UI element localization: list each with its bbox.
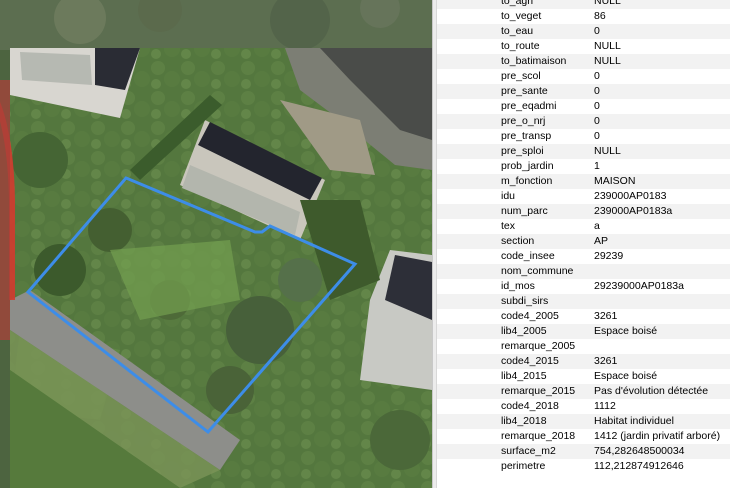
attribute-row-pre-transp[interactable]: pre_transp 0: [437, 129, 730, 144]
attribute-row-pre-sante[interactable]: pre_sante 0: [437, 84, 730, 99]
attribute-name: section: [501, 235, 535, 247]
attribute-row-m-fonction[interactable]: m_fonction MAISON: [437, 174, 730, 189]
attribute-value: 754,282648500034: [594, 445, 685, 457]
attribute-row-remarque-2005[interactable]: remarque_2005: [437, 339, 730, 354]
attribute-value: 3261: [594, 310, 618, 322]
attribute-value: 29239000AP0183a: [594, 280, 684, 292]
attribute-row-to-batimaison[interactable]: to_batimaison NULL: [437, 54, 730, 69]
attribute-row-tex[interactable]: tex a: [437, 219, 730, 234]
attribute-value: NULL: [594, 145, 621, 157]
attribute-name: id_mos: [501, 280, 535, 292]
aerial-imagery: [0, 0, 432, 488]
attribute-value: 29239: [594, 250, 624, 262]
attribute-value: 239000AP0183: [594, 190, 667, 202]
attribute-value: 112,212874912646: [594, 460, 684, 472]
attribute-value: Habitat individuel: [594, 415, 674, 427]
attribute-value: AP: [594, 235, 609, 247]
attribute-value: 0: [594, 70, 600, 82]
attribute-name: remarque_2018: [501, 430, 576, 442]
attribute-value: Pas d'évolution détectée: [594, 385, 709, 397]
attribute-row-remarque-2015[interactable]: remarque_2015 Pas d'évolution détectée: [437, 384, 730, 399]
attribute-row-code-insee[interactable]: code_insee 29239: [437, 249, 730, 264]
attribute-name: code4_2015: [501, 355, 559, 367]
attribute-row-pre-o-nrj[interactable]: pre_o_nrj 0: [437, 114, 730, 129]
attribute-row-lib4-2015[interactable]: lib4_2015 Espace boisé: [437, 369, 730, 384]
attribute-row-lib4-2005[interactable]: lib4_2005 Espace boisé: [437, 324, 730, 339]
attribute-name: idu: [501, 190, 516, 202]
attribute-name: num_parc: [501, 205, 548, 217]
attribute-value: NULL: [594, 0, 621, 7]
attribute-name: to_agri: [501, 0, 534, 7]
attribute-table: to_agri NULL to_veget 86 to_eau 0 to_route NULL…: [437, 0, 730, 488]
attribute-value: Espace boisé: [594, 325, 658, 337]
attribute-row-pre-scol[interactable]: pre_scol 0: [437, 69, 730, 84]
map-canvas[interactable]: [0, 0, 432, 488]
attribute-name: to_batimaison: [501, 55, 567, 67]
attribute-row-pre-eqadmi[interactable]: pre_eqadmi 0: [437, 99, 730, 114]
attribute-value: Espace boisé: [594, 370, 658, 382]
attribute-row-nom-commune[interactable]: nom_commune: [437, 264, 730, 279]
attribute-name: m_fonction: [501, 175, 553, 187]
attribute-value: 1412 (jardin privatif arboré): [594, 430, 721, 442]
attribute-row-section[interactable]: section AP: [437, 234, 730, 249]
attribute-value: 86: [594, 10, 606, 22]
attribute-name: to_eau: [501, 25, 534, 37]
attribute-value: 1112: [594, 400, 616, 412]
attribute-row-remarque-2018[interactable]: remarque_2018 1412 (jardin privatif arbor…: [437, 429, 730, 444]
attribute-name: remarque_2015: [501, 385, 576, 397]
attribute-name: perimetre: [501, 460, 546, 472]
attribute-row-to-veget[interactable]: to_veget 86: [437, 9, 730, 24]
attribute-name: code4_2005: [501, 310, 559, 322]
attribute-value: 239000AP0183a: [594, 205, 673, 217]
attribute-value: 0: [594, 130, 600, 142]
attribute-row-prob-jardin[interactable]: prob_jardin 1: [437, 159, 730, 174]
attribute-row-num-parc[interactable]: num_parc 239000AP0183a: [437, 204, 730, 219]
attribute-name: lib4_2015: [501, 370, 547, 382]
attribute-row-surface-m2[interactable]: surface_m2 754,282648500034: [437, 444, 730, 459]
attribute-name: pre_o_nrj: [501, 115, 546, 127]
attribute-row-lib4-2018[interactable]: lib4_2018 Habitat individuel: [437, 414, 730, 429]
attribute-name: lib4_2005: [501, 325, 547, 337]
attribute-name: tex: [501, 220, 516, 232]
attribute-row-code4-2018[interactable]: code4_2018 1112: [437, 399, 730, 414]
attribute-value: 0: [594, 100, 600, 112]
attribute-name: to_veget: [501, 10, 542, 22]
attribute-name: remarque_2005: [501, 340, 576, 352]
attribute-row-perimetre[interactable]: perimetre 112,212874912646: [437, 459, 730, 474]
attribute-row-subdi-sirs[interactable]: subdi_sirs: [437, 294, 730, 309]
attribute-name: pre_scol: [501, 70, 541, 82]
attribute-row-idu[interactable]: idu 239000AP0183: [437, 189, 730, 204]
attribute-row-code4-2005[interactable]: code4_2005 3261: [437, 309, 730, 324]
attribute-value: NULL: [594, 55, 621, 67]
attribute-name: pre_transp: [501, 130, 552, 142]
attribute-row-to-eau[interactable]: to_eau 0: [437, 24, 730, 39]
attribute-row-to-agri[interactable]: to_agri NULL: [437, 0, 730, 9]
attribute-value: 1: [594, 160, 600, 172]
attribute-name: lib4_2018: [501, 415, 547, 427]
attribute-name: pre_eqadmi: [501, 100, 557, 112]
attribute-value: 0: [594, 25, 600, 37]
attribute-name: nom_commune: [501, 265, 574, 277]
attribute-name: pre_sante: [501, 85, 548, 97]
attribute-value: 0: [594, 85, 600, 97]
attribute-name: code4_2018: [501, 400, 559, 412]
attribute-name: subdi_sirs: [501, 295, 549, 307]
attribute-value: NULL: [594, 40, 621, 52]
attribute-name: code_insee: [501, 250, 555, 262]
attribute-value: a: [594, 220, 600, 232]
attribute-value: 3261: [594, 355, 618, 367]
attribute-value: MAISON: [594, 175, 636, 187]
attribute-name: to_route: [501, 40, 540, 52]
attribute-row-to-route[interactable]: to_route NULL: [437, 39, 730, 54]
attribute-name: pre_sploi: [501, 145, 544, 157]
attribute-row-pre-sploi[interactable]: pre_sploi NULL: [437, 144, 730, 159]
attribute-name: surface_m2: [501, 445, 556, 457]
attribute-row-id-mos[interactable]: id_mos 29239000AP0183a: [437, 279, 730, 294]
attribute-value: 0: [594, 115, 600, 127]
attribute-name: prob_jardin: [501, 160, 554, 172]
attribute-row-code4-2015[interactable]: code4_2015 3261: [437, 354, 730, 369]
